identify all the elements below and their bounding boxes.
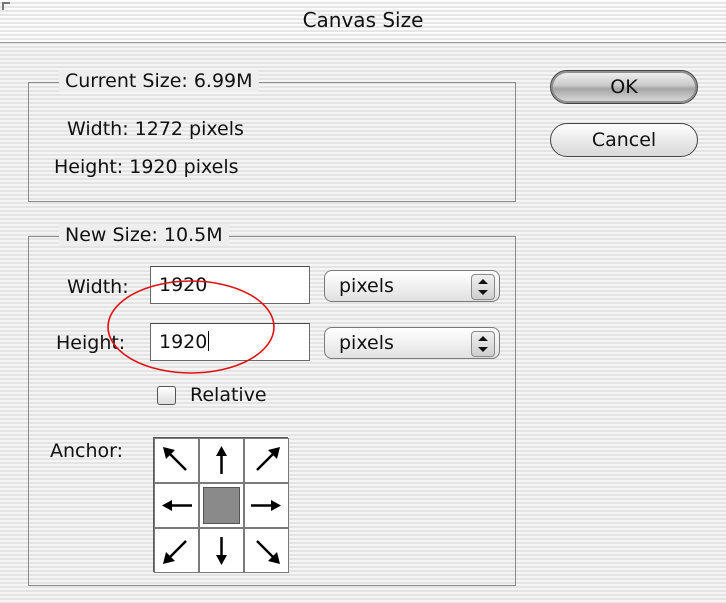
anchor-bottom-right[interactable] <box>244 528 289 573</box>
height-unit-updown-arrows-icon <box>471 331 495 357</box>
width-input[interactable]: 1920 <box>150 266 310 304</box>
height-input[interactable]: 1920 <box>150 323 310 361</box>
width-unit-updown-arrows-icon <box>471 274 495 300</box>
arrow-down-right-icon <box>256 540 280 564</box>
width-unit-select[interactable]: pixels <box>324 270 500 302</box>
arrow-up-icon <box>216 446 227 474</box>
anchor-grid <box>153 437 289 573</box>
canvas-size-dialog: Canvas Size Current Size: 6.99M Width: 1… <box>0 0 726 603</box>
arrow-up-right-icon <box>256 447 280 471</box>
current-width-text: Width: 1272 pixels <box>67 118 244 140</box>
anchor-left[interactable] <box>154 483 199 528</box>
anchor-label: Anchor: <box>50 440 124 462</box>
anchor-right[interactable] <box>244 483 289 528</box>
anchor-center[interactable] <box>199 483 244 528</box>
title-bar[interactable]: Canvas Size <box>0 0 726 43</box>
arrow-left-icon <box>162 500 192 511</box>
new-width-label: Width: <box>67 276 129 298</box>
cancel-button[interactable]: Cancel <box>550 123 698 157</box>
arrow-right-icon <box>251 500 281 511</box>
height-unit-value: pixels <box>339 332 394 354</box>
new-height-label: Height: <box>56 332 126 354</box>
arrow-down-icon <box>216 537 227 565</box>
relative-checkbox[interactable] <box>157 386 176 405</box>
anchor-center-icon <box>203 487 240 524</box>
anchor-top[interactable] <box>199 438 244 483</box>
anchor-top-left[interactable] <box>154 438 199 483</box>
new-size-legend: New Size: 10.5M <box>59 224 229 246</box>
height-input-value: 1920 <box>159 331 208 353</box>
width-input-value: 1920 <box>159 274 208 296</box>
width-unit-value: pixels <box>339 275 394 297</box>
window-title: Canvas Size <box>302 8 424 32</box>
anchor-top-right[interactable] <box>244 438 289 483</box>
arrow-up-left-icon <box>163 447 187 471</box>
anchor-bottom-left[interactable] <box>154 528 199 573</box>
text-caret <box>208 331 210 351</box>
height-unit-select[interactable]: pixels <box>324 327 500 359</box>
ok-button[interactable]: OK <box>550 70 698 104</box>
relative-label: Relative <box>190 384 267 406</box>
current-size-legend: Current Size: 6.99M <box>59 70 259 92</box>
current-size-group: Current Size: 6.99M <box>28 70 516 202</box>
arrow-down-left-icon <box>163 540 187 564</box>
anchor-bottom[interactable] <box>199 528 244 573</box>
current-height-text: Height: 1920 pixels <box>54 156 239 178</box>
